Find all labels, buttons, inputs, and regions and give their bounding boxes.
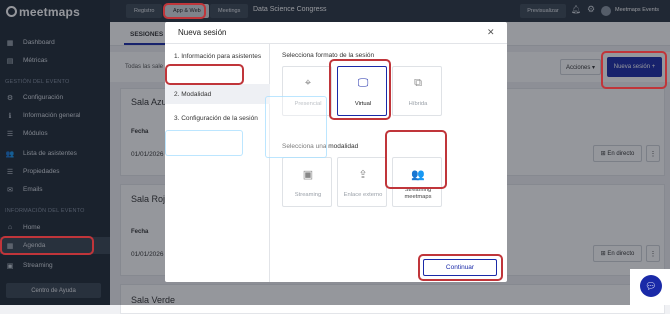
format-hibrida[interactable]: ⧉ Híbrida (392, 66, 442, 116)
annotation-ring (0, 236, 94, 255)
chat-widget[interactable]: 💬︎ (630, 269, 670, 305)
annotation-ring (385, 130, 447, 189)
annotation-ring (601, 51, 667, 89)
modality-external-link[interactable]: ⇪ Enlace externo (337, 157, 387, 207)
modal-title: Nueva sesión (178, 28, 227, 37)
chat-icon: 💬︎ (640, 275, 662, 297)
annotation-ring (329, 59, 391, 120)
video-icon: ▣ (302, 169, 314, 181)
step-modality[interactable]: 2. Modalidad (174, 91, 211, 98)
ghost-shape (165, 130, 243, 156)
annotation-ring (163, 3, 206, 19)
annotation-ring (165, 64, 244, 85)
location-pin-icon: ⌖ (304, 77, 312, 89)
format-section-title: Selecciona formato de la sesión (282, 52, 375, 59)
ghost-shape (265, 96, 327, 158)
step-configuration[interactable]: 3. Configuración de la sesión (174, 115, 258, 122)
annotation-ring (418, 254, 503, 281)
modal-header: Nueva sesión ✕ (165, 22, 507, 44)
share-icon: ⇪ (358, 169, 368, 181)
hybrid-icon: ⧉ (414, 77, 422, 89)
modality-streaming[interactable]: ▣ Streaming (282, 157, 332, 207)
step-info[interactable]: 1. Información para asistentes (174, 53, 261, 60)
close-icon[interactable]: ✕ (487, 27, 495, 38)
